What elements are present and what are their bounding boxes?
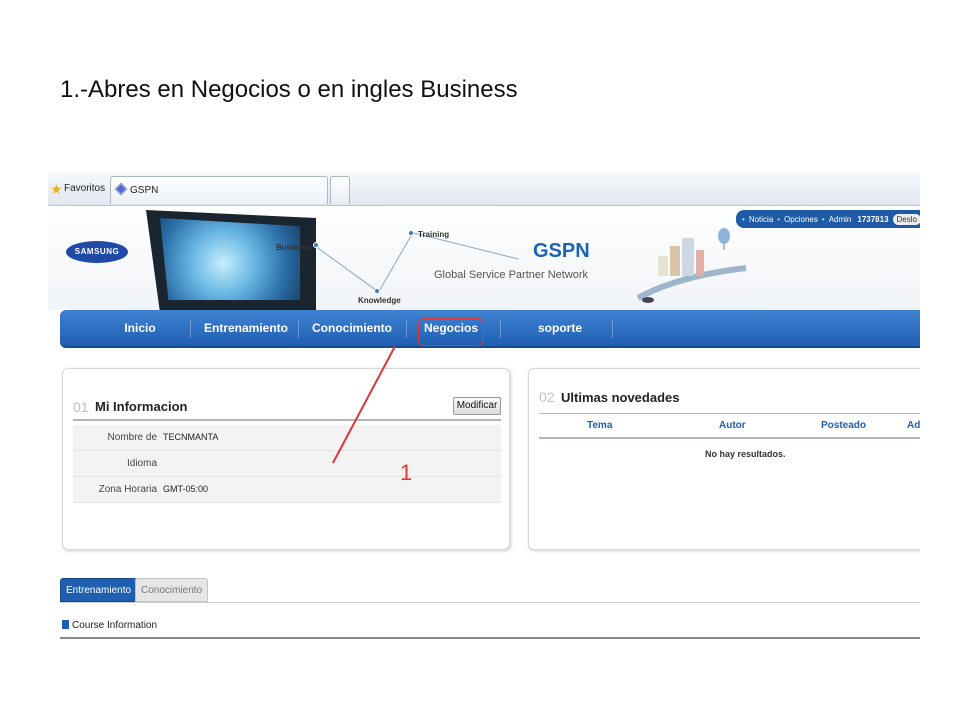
browser-tab-title: GSPN xyxy=(130,185,159,196)
diagram-label-knowledge: Knowledge xyxy=(358,296,401,305)
user-id: 1737813 xyxy=(857,214,889,224)
tab-conocimiento[interactable]: Conocimiento xyxy=(135,578,209,602)
panel-rule xyxy=(539,413,920,414)
top-utility-nav: • Noticia • Opciones • Admin 1737813 Des… xyxy=(736,210,920,228)
panel-number: 01 xyxy=(73,399,89,415)
slide-instruction: 1.-Abres en Negocios o en ingles Busines… xyxy=(60,76,518,103)
language-label: Idioma xyxy=(126,458,157,469)
city-illustration xyxy=(636,228,747,303)
username-value: TECNMANTA xyxy=(163,432,219,442)
new-tab-button[interactable] xyxy=(330,176,350,204)
gspn-brand: GSPN xyxy=(533,240,590,262)
tab-rule xyxy=(60,602,920,603)
favorites-star-icon[interactable]: ★ xyxy=(50,182,63,196)
info-row-username: Nombre de usuario TECNMANTA xyxy=(73,425,501,469)
logout-button[interactable]: Deslo xyxy=(892,213,920,225)
main-nav: Inicio Entrenamiento Conocimiento Negoci… xyxy=(60,310,920,348)
options-link[interactable]: Opciones xyxy=(784,215,818,224)
empty-message: No hay resultados. xyxy=(705,449,786,459)
bullet-icon: • xyxy=(777,214,781,224)
course-information: Course Information xyxy=(62,620,157,631)
column-header-ad: Ad xyxy=(907,420,920,431)
browser-screenshot: ★ Favoritos GSPN SAMSUNG Business Traini… xyxy=(48,172,920,652)
timezone-label: Zona Horaria xyxy=(98,484,157,495)
info-row-timezone: Zona Horaria GMT-05:00 xyxy=(73,477,501,503)
favorites-bar: ★ Favoritos GSPN xyxy=(48,172,920,206)
site-favicon-icon xyxy=(114,182,128,196)
news-title: Ultimas novedades xyxy=(561,390,680,405)
section-rule xyxy=(60,637,920,639)
bullet-icon: • xyxy=(821,214,825,224)
nav-divider xyxy=(612,320,613,338)
training-node-icon xyxy=(408,230,414,236)
nav-divider xyxy=(298,320,299,338)
my-info-title: Mi Informacion xyxy=(95,399,188,414)
timezone-value: GMT-05:00 xyxy=(163,484,209,494)
globe-graphic xyxy=(160,218,300,300)
business-node-icon xyxy=(313,242,319,248)
diagram-line xyxy=(315,246,378,292)
favorites-label[interactable]: Favoritos xyxy=(64,183,105,194)
negocios-highlight xyxy=(418,318,484,346)
nav-item-conocimiento[interactable]: Conocimiento xyxy=(302,310,402,346)
tab-entrenamiento[interactable]: Entrenamiento xyxy=(60,578,138,602)
knowledge-node-icon xyxy=(374,288,380,294)
nav-item-entrenamiento[interactable]: Entrenamiento xyxy=(196,310,296,346)
diagram-line xyxy=(378,234,412,293)
nav-item-soporte[interactable]: soporte xyxy=(520,310,600,346)
modify-button[interactable]: Modificar xyxy=(453,397,501,415)
nav-item-inicio[interactable]: Inicio xyxy=(102,310,178,346)
nav-divider xyxy=(500,320,501,338)
news-panel: 02 Ultimas novedades Tema Autor Posteado… xyxy=(528,368,920,550)
nav-divider xyxy=(406,320,407,338)
panel-rule xyxy=(73,419,501,421)
column-header-author: Autor xyxy=(719,420,746,431)
notice-link[interactable]: Noticia xyxy=(749,215,773,224)
panel-rule xyxy=(539,437,920,439)
column-header-posted: Posteado xyxy=(821,420,867,431)
annotation-label: 1 xyxy=(400,460,413,485)
panel-number: 02 xyxy=(539,389,555,405)
browser-tab[interactable]: GSPN xyxy=(110,176,328,204)
bullet-icon: • xyxy=(742,214,745,224)
samsung-logo[interactable]: SAMSUNG xyxy=(66,241,128,263)
info-row-language: Idioma xyxy=(73,451,501,477)
gspn-subtitle: Global Service Partner Network xyxy=(434,269,589,281)
admin-link[interactable]: Admin xyxy=(829,215,852,224)
course-information-label: Course Information xyxy=(72,620,158,631)
book-icon xyxy=(62,620,69,629)
column-header-topic: Tema xyxy=(587,420,613,431)
site-header: SAMSUNG Business Training Knowledge GSPN… xyxy=(48,208,920,310)
nav-divider xyxy=(190,320,191,338)
diagram-label-training: Training xyxy=(418,230,450,239)
my-info-panel: 01 Mi Informacion Modificar Nombre de us… xyxy=(62,368,510,550)
username-label: Nombre de usuario xyxy=(107,432,157,469)
diagram-label-business: Business xyxy=(276,243,312,252)
